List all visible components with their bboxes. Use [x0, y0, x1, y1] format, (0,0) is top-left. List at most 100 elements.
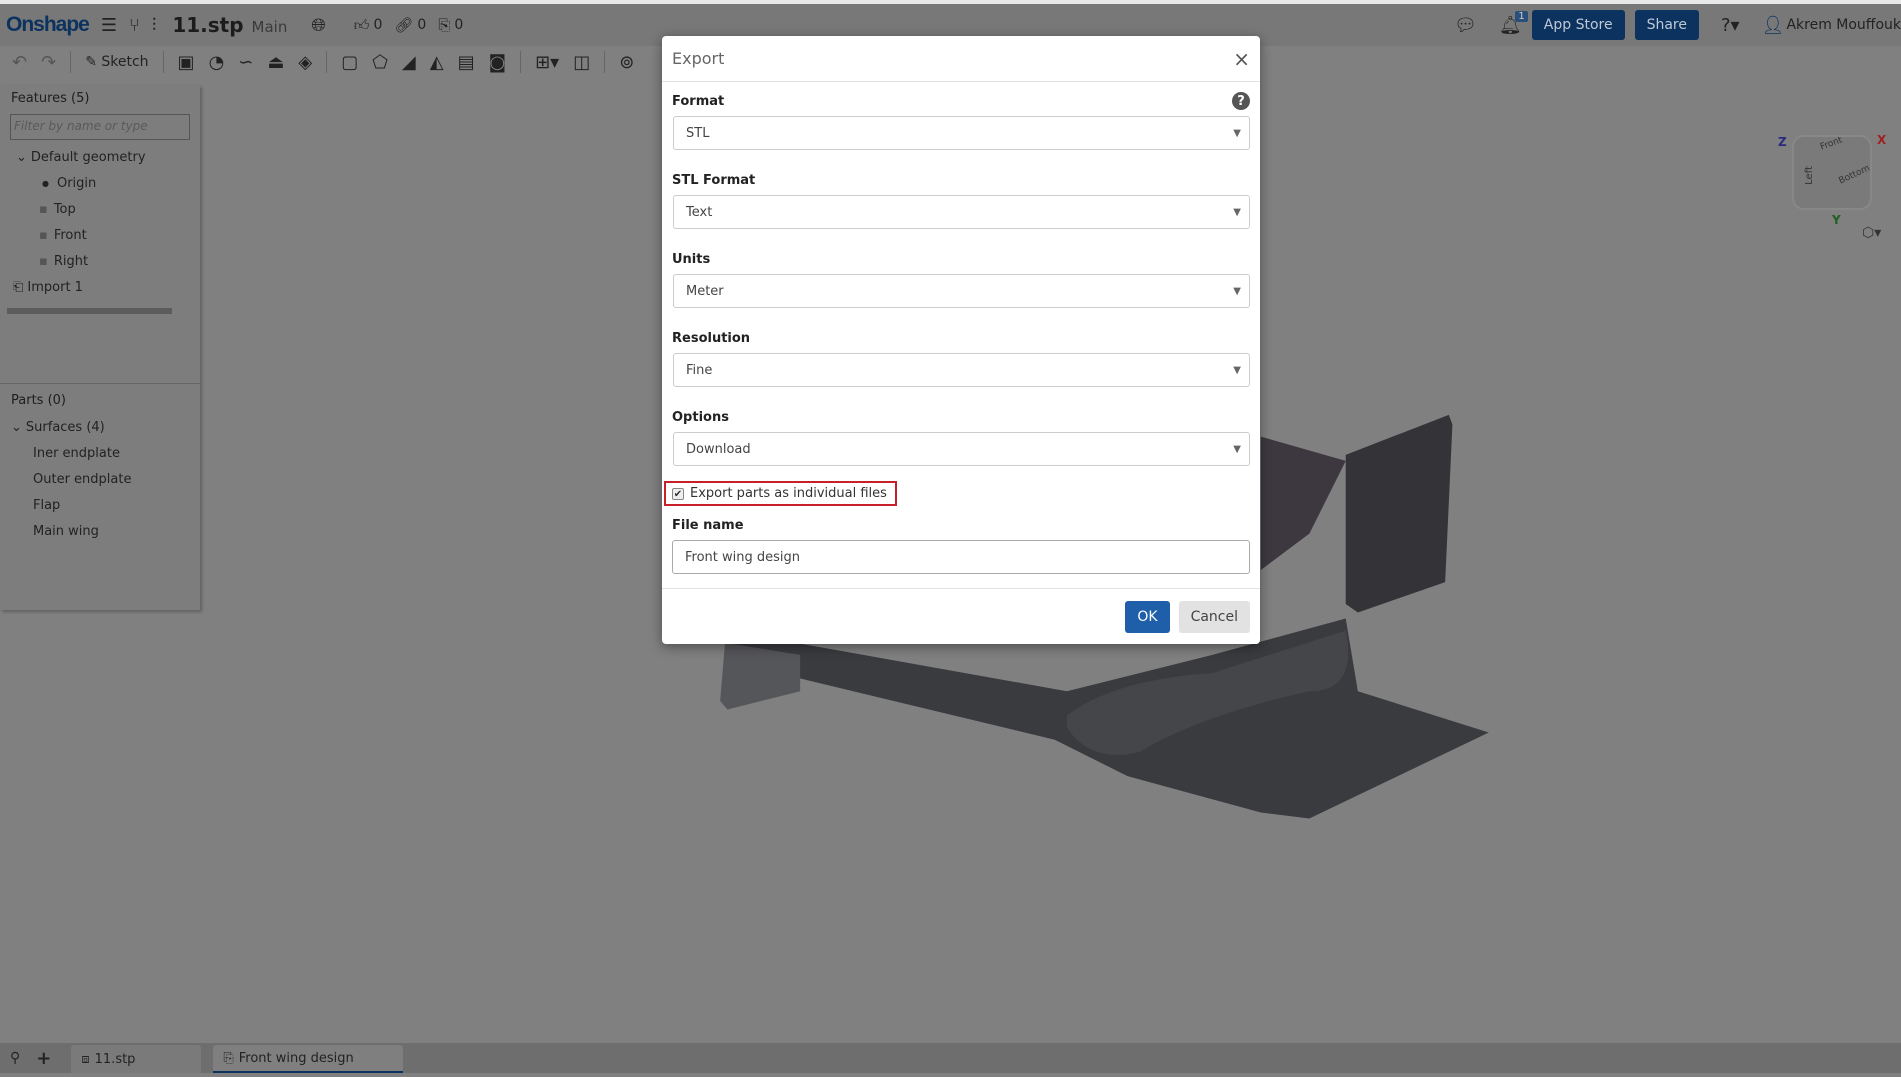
part-item[interactable]: Outer endplate: [0, 466, 200, 492]
chevron-down-icon: ▼: [1233, 206, 1241, 218]
undo-icon[interactable]: ↶: [12, 52, 27, 73]
toolbar-divider: [326, 51, 328, 73]
tab-11-stp[interactable]: ⧈ 11.stp: [71, 1045, 202, 1073]
part-item[interactable]: Main wing: [0, 518, 200, 544]
menu-icon[interactable]: ☰: [101, 15, 117, 36]
part-item[interactable]: Flap: [0, 492, 200, 518]
default-geometry-group[interactable]: ⌄ Default geometry: [0, 144, 200, 170]
axis-z-label: Z: [1778, 135, 1787, 149]
branch-name: Main: [251, 18, 288, 36]
import-icon: ⎗: [13, 279, 24, 295]
feature-list-panel: Features (5) Filter by name or type ⌄ Def…: [0, 85, 200, 610]
toolbar-divider: [162, 51, 164, 73]
part-studio-icon: ⧈: [81, 1051, 90, 1067]
sketch-label: Sketch: [101, 54, 149, 70]
feature-front[interactable]: ▪ Front: [0, 222, 200, 248]
chevron-down-icon: ▼: [1233, 285, 1241, 297]
part-item[interactable]: Iner endplate: [0, 440, 200, 466]
tab-front-wing-design[interactable]: ⎘ Front wing design: [213, 1045, 404, 1073]
wing-flap: [1260, 436, 1346, 571]
branch-add-icon[interactable]: ⫶: [152, 15, 157, 36]
surfaces-group[interactable]: ⌄ Surfaces (4): [0, 414, 200, 440]
user-avatar[interactable]: 👤︎: [1762, 15, 1785, 36]
onshape-logo[interactable]: Onshape: [6, 13, 90, 37]
mirror-icon[interactable]: ◫: [573, 52, 590, 73]
loft-icon[interactable]: ⏏: [267, 52, 284, 73]
chevron-down-icon: ⌄: [11, 419, 22, 435]
chamfer-icon[interactable]: ⬠: [372, 52, 388, 73]
group-label: Default geometry: [30, 149, 146, 165]
stl-format-select[interactable]: Text ▼: [673, 195, 1250, 229]
cancel-button[interactable]: Cancel: [1178, 600, 1250, 633]
axis-y-label: Y: [1832, 213, 1841, 227]
copy-icon[interactable]: ⎘: [438, 16, 450, 34]
select-value: STL: [686, 125, 710, 141]
redo-icon[interactable]: ↷: [41, 52, 56, 73]
feature-origin[interactable]: ● Origin: [0, 170, 200, 196]
display-mode-icon[interactable]: ⬡▾: [1862, 225, 1881, 241]
chevron-down-icon: ⌄: [16, 149, 27, 165]
sweep-icon[interactable]: ∽: [238, 52, 253, 73]
ok-button[interactable]: OK: [1125, 600, 1170, 633]
drawing-icon: ⎘: [223, 1050, 234, 1066]
export-individual-files-option[interactable]: ✔ Export parts as individual files: [664, 481, 897, 506]
link-icon[interactable]: 🔗︎: [394, 16, 413, 34]
thicken-icon[interactable]: ◈: [298, 52, 312, 73]
tab-manager-icon[interactable]: ⚲: [10, 1050, 20, 1066]
help-icon[interactable]: ?: [1232, 92, 1250, 110]
feature-list-scrollbar[interactable]: [7, 308, 172, 314]
feature-label: Front: [53, 227, 87, 243]
options-label: Options: [672, 409, 729, 425]
versions-icon[interactable]: ⑂: [129, 15, 140, 36]
app-store-button[interactable]: App Store: [1531, 10, 1625, 40]
cube-face-left[interactable]: Left: [1804, 166, 1815, 185]
feature-filter-input[interactable]: Filter by name or type: [10, 114, 190, 140]
pattern-icon[interactable]: ⊞▾: [535, 52, 559, 73]
file-name-label: File name: [672, 517, 744, 533]
boolean-icon[interactable]: ⊚: [619, 52, 634, 73]
stl-format-label: STL Format: [672, 172, 756, 188]
format-select[interactable]: STL ▼: [673, 116, 1250, 150]
view-cube[interactable]: Z X Y Front Left Bottom ⬡▾: [1770, 95, 1890, 245]
user-name[interactable]: Akrem Mouffouk: [1786, 17, 1901, 33]
rib-icon[interactable]: ◭: [430, 52, 444, 73]
feature-import[interactable]: ⎗ Import 1: [0, 274, 200, 300]
toolbar-divider: [520, 51, 522, 73]
shell-icon[interactable]: ▤: [458, 52, 475, 73]
feature-top[interactable]: ▪ Top: [0, 196, 200, 222]
close-icon[interactable]: ×: [1233, 47, 1250, 71]
toolbar-divider: [604, 51, 606, 73]
extrude-icon[interactable]: ▣: [178, 52, 195, 73]
document-title[interactable]: 11.stp: [172, 13, 243, 37]
header-actions: 💬︎ 🔔︎ 1 App Store Share ?▾ 👤︎ Akrem Mouff…: [1442, 4, 1901, 46]
feature-label: Import 1: [27, 279, 83, 295]
file-name-input[interactable]: Front wing design: [672, 540, 1250, 574]
plane-icon: ▪: [39, 227, 48, 243]
export-individual-files-checkbox[interactable]: ✔: [672, 487, 684, 500]
feature-label: Right: [53, 253, 89, 269]
revolve-icon[interactable]: ◔: [209, 52, 225, 73]
help-icon[interactable]: ?▾: [1721, 15, 1740, 36]
resolution-select[interactable]: Fine ▼: [673, 353, 1250, 387]
like-icon[interactable]: 👍︎: [354, 16, 370, 35]
link-count: 0: [417, 17, 427, 33]
notification-badge: 1: [1515, 10, 1528, 22]
feature-right[interactable]: ▪ Right: [0, 248, 200, 274]
select-value: Meter: [686, 283, 724, 299]
hole-icon[interactable]: ◙: [489, 52, 506, 73]
add-tab-icon[interactable]: +: [36, 1048, 51, 1069]
units-select[interactable]: Meter ▼: [673, 274, 1250, 308]
axis-x-label: X: [1877, 133, 1887, 147]
share-button[interactable]: Share: [1634, 10, 1699, 40]
feature-toolbar: ↶ ↷ ✎ Sketch ▣ ◔ ∽ ⏏ ◈ ▢ ⬠ ◢ ◭ ▤ ◙ ⊞▾ ◫ …: [0, 48, 634, 76]
globe-icon[interactable]: 🌐︎: [311, 15, 325, 36]
sketch-button[interactable]: ✎ Sketch: [85, 54, 148, 70]
draft-icon[interactable]: ◢: [402, 52, 416, 73]
notification-icon[interactable]: 🔔︎ 1: [1499, 10, 1528, 36]
chevron-down-icon: ▼: [1233, 127, 1241, 139]
export-dialog: Export × Format? STL ▼ STL Format Text ▼ U…: [662, 36, 1260, 644]
fillet-icon[interactable]: ▢: [341, 52, 358, 73]
select-value: Fine: [686, 362, 713, 378]
options-select[interactable]: Download ▼: [673, 432, 1250, 466]
comment-icon[interactable]: 💬︎: [1454, 15, 1477, 36]
